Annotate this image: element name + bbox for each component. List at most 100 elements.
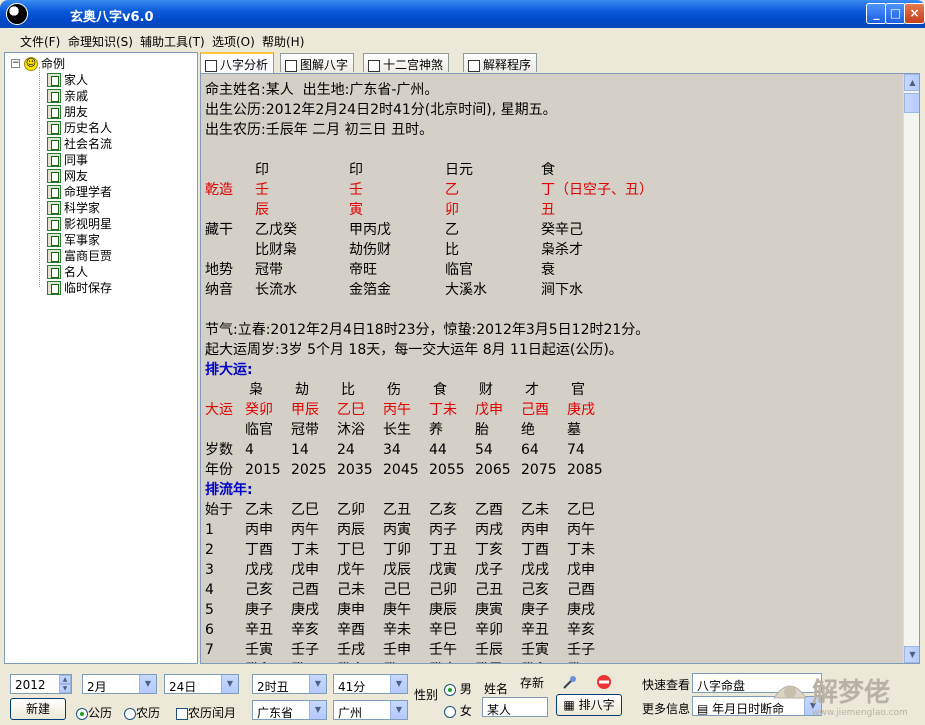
maximize-button[interactable]: □ (885, 3, 906, 24)
tree-item[interactable]: 命理学者 (47, 183, 112, 199)
tab-twelve-palaces[interactable]: 十二宫神煞 (363, 53, 450, 72)
scroll-up-icon[interactable]: ▲ (904, 74, 919, 91)
text-cell: 冠带 (291, 422, 319, 438)
text-cell: 乙卯 (337, 502, 365, 518)
chevron-down-icon[interactable]: ▼ (221, 675, 238, 693)
menu-help[interactable]: 帮助(H) (262, 33, 304, 50)
tree-item[interactable]: 科学家 (47, 199, 100, 215)
text-cell: 己亥 (245, 582, 273, 598)
menu-file[interactable]: 文件(F) (20, 33, 60, 50)
minimize-button[interactable]: _ (866, 3, 887, 24)
text-cell: 劫 (295, 382, 309, 398)
hour-select[interactable]: 2时丑 ▼ (252, 674, 327, 694)
tree-item[interactable]: 朋友 (47, 103, 88, 119)
tab-bazi-diagram[interactable]: 图解八字 (280, 53, 355, 72)
app-icon[interactable] (6, 3, 28, 25)
tree-item[interactable]: 亲戚 (47, 87, 88, 103)
chart-icon (285, 59, 297, 72)
text-cell: 2025 (291, 462, 327, 478)
text-cell: 丁丑 (429, 542, 457, 558)
gender-label: 性别 (414, 688, 439, 702)
day-select[interactable]: 24日 ▼ (164, 674, 239, 694)
menu-options[interactable]: 选项(O) (212, 33, 255, 50)
scroll-thumb[interactable] (904, 93, 919, 113)
text-cell: 乙酉 (475, 502, 503, 518)
lunar-radio[interactable]: 农历 (124, 704, 160, 721)
tree-item[interactable]: 家人 (47, 71, 88, 87)
stop-icon[interactable] (596, 674, 612, 690)
tree-item[interactable]: 网友 (47, 167, 88, 183)
text-line: 年份 2015 2025 2035 2045 2055 2065 2075 2085 (205, 460, 903, 480)
tree-item[interactable]: 历史名人 (47, 119, 112, 135)
text-cell: 2055 (429, 462, 465, 478)
chevron-down-icon[interactable]: ▼ (390, 675, 407, 693)
text-cell: 壬寅 (245, 642, 273, 658)
year-up-icon[interactable]: ▲ (59, 675, 71, 684)
vertical-scrollbar[interactable]: ▲ ▼ (903, 74, 919, 663)
close-button[interactable]: × (904, 3, 925, 24)
solar-radio[interactable]: 公历 (76, 704, 112, 721)
year-down-icon[interactable]: ▼ (59, 684, 71, 693)
text-cell: 4 (205, 582, 214, 598)
tab-bazi-analysis[interactable]: 八字分析 (200, 52, 275, 73)
tree-item[interactable]: 军事家 (47, 231, 100, 247)
text-cell: 戊戌 (245, 562, 273, 578)
new-button[interactable]: 新建 (10, 698, 66, 720)
scroll-down-icon[interactable]: ▼ (904, 646, 919, 663)
leap-month-checkbox[interactable]: 农历闰月 (176, 704, 236, 721)
tree-item[interactable]: 名人 (47, 263, 88, 279)
month-select[interactable]: 2月 ▼ (82, 674, 157, 694)
book-icon (47, 248, 61, 263)
tree-item[interactable]: 社会名流 (47, 135, 112, 151)
text-line: 2 丁酉 丁未 丁巳 丁卯 丁丑 丁亥 丁酉 丁未 (205, 540, 903, 560)
text-cell: 排流年: (205, 482, 253, 498)
text-cell: 辛亥 (291, 622, 319, 638)
text-line: 出生农历:壬辰年 二月 初三日 丑时。 (205, 120, 903, 140)
city-select[interactable]: 广州 ▼ (333, 700, 408, 720)
text-cell: 丙子 (429, 522, 457, 538)
text-cell: 食 (541, 162, 555, 178)
menu-knowledge[interactable]: 命理知识(S) (68, 33, 133, 50)
chevron-down-icon[interactable]: ▼ (309, 675, 326, 693)
tree-item[interactable]: 影视明星 (47, 215, 112, 231)
book-icon (47, 232, 61, 247)
text-line: 岁数 4 14 24 34 44 54 64 74 (205, 440, 903, 460)
tree-root[interactable]: − ☺ 命例 (11, 55, 65, 71)
menu-tools[interactable]: 辅助工具(T) (140, 33, 205, 50)
text-cell: 2045 (383, 462, 419, 478)
text-cell: 庚戌 (291, 602, 319, 618)
paipan-button[interactable]: ▦ 排八字 (556, 694, 622, 716)
tab-explain[interactable]: 解释程序 (463, 53, 538, 72)
text-cell: 庚戌 (567, 402, 595, 418)
text-cell: 戊申 (475, 402, 503, 418)
chevron-down-icon[interactable]: ▼ (139, 675, 156, 693)
text-line: 始于 乙未 乙巳 乙卯 乙丑 乙亥 乙酉 乙未 乙巳 (205, 500, 903, 520)
case-tree[interactable]: − ☺ 命例 家人 亲戚 朋友 历史名人 社会名流 同事 网友 命理学者 科学家 影视明星 军事家 富商巨… (4, 52, 198, 664)
text-line: 排流年: (205, 480, 903, 500)
chevron-down-icon[interactable]: ▼ (390, 701, 407, 719)
male-radio[interactable]: 男 (444, 680, 472, 697)
tree-item[interactable]: 临时保存 (47, 279, 112, 295)
chevron-down-icon[interactable]: ▼ (309, 701, 326, 719)
text-cell: 起大运周岁:3岁 5个月 18天，每一交大运年 8月 11日起运(公历)。 (205, 342, 623, 358)
title-bar[interactable]: 玄奥八字v6.0 _ □ × (0, 0, 925, 28)
year-input[interactable]: 2012 ▲ ▼ (10, 674, 72, 694)
magic-wand-icon[interactable] (562, 674, 578, 690)
text-cell: 丁酉 (245, 542, 273, 558)
text-cell: 丙戌 (475, 522, 503, 538)
tree-item[interactable]: 富商巨贾 (47, 247, 112, 263)
analysis-text[interactable]: 命主姓名:某人 出生地:广东省-广州。 出生公历:2012年2月24日2时41分(… (201, 74, 903, 663)
text-cell: 绝 (521, 422, 535, 438)
minute-select[interactable]: 41分 ▼ (333, 674, 408, 694)
text-cell: 丁未 (567, 542, 595, 558)
text-cell: 7 (205, 642, 214, 658)
collapse-icon[interactable]: − (11, 59, 20, 68)
text-cell: 才 (525, 382, 539, 398)
tree-item[interactable]: 同事 (47, 151, 88, 167)
province-select[interactable]: 广东省 ▼ (252, 700, 327, 720)
female-radio[interactable]: 女 (444, 702, 472, 719)
text-cell: 64 (521, 442, 539, 458)
save-new-label[interactable]: 存新 (520, 674, 544, 691)
text-cell: 庚戌 (567, 602, 595, 618)
name-input[interactable]: 某人 (482, 697, 548, 717)
